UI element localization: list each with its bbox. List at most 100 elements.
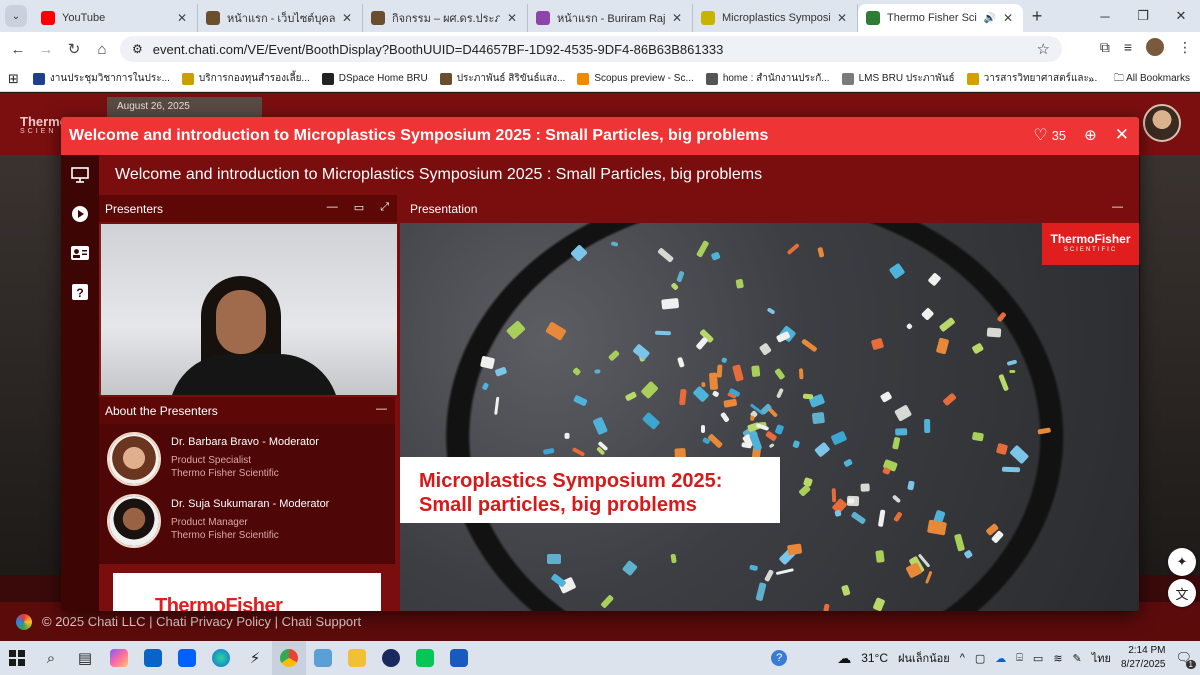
notification-icon[interactable]: 🗨 1: [1175, 650, 1196, 669]
line-icon[interactable]: [408, 641, 442, 675]
tab-close-icon[interactable]: ✕: [177, 11, 189, 25]
user-avatar[interactable]: [1143, 104, 1181, 142]
clock[interactable]: 2:14 PM 8/27/2025: [1121, 644, 1166, 672]
tab-search-button[interactable]: ⌄: [5, 5, 27, 27]
copilot-icon[interactable]: [102, 641, 136, 675]
network-icon[interactable]: ⌸: [1016, 652, 1023, 665]
expand-icon[interactable]: ⤢: [380, 201, 389, 214]
minimize-presentation-icon[interactable]: —: [1112, 201, 1123, 213]
weather-temp[interactable]: 31°C: [861, 651, 888, 665]
word-icon[interactable]: [442, 641, 476, 675]
help-icon[interactable]: ?: [771, 650, 788, 666]
reload-button[interactable]: ↻: [60, 40, 88, 58]
search-icon[interactable]: ⌕: [34, 641, 68, 675]
pen-icon[interactable]: ✎: [1073, 652, 1082, 665]
webex-icon[interactable]: [374, 641, 408, 675]
presenters-column: Presenters — ▭ ⤢ About the Presenters — …: [99, 195, 397, 611]
bookmark-item[interactable]: DSpace Home BRU: [321, 71, 428, 86]
battery-icon[interactable]: ▭: [1033, 652, 1043, 665]
maximize-button[interactable]: ❐: [1124, 0, 1162, 32]
back-button[interactable]: ←: [4, 41, 32, 58]
plastic-fragment: [840, 584, 851, 597]
notes-icon[interactable]: [306, 641, 340, 675]
question-icon[interactable]: ?: [61, 272, 99, 311]
weather-icon[interactable]: ☁: [837, 650, 851, 667]
home-icon[interactable]: ⌂: [88, 41, 116, 58]
minimize-panel-icon[interactable]: —: [327, 201, 338, 214]
bookmark-item[interactable]: งานประชุมวิชาการในประ...: [32, 71, 170, 86]
browser-tab[interactable]: YouTube ✕: [33, 4, 198, 32]
browser-tab[interactable]: Thermo Fisher Scientif 🔊 ✕: [858, 4, 1023, 32]
start-icon[interactable]: [0, 641, 34, 675]
browser-tab[interactable]: Microplastics Symposium 2 ✕: [693, 4, 858, 32]
bookmark-item[interactable]: home : สำนักงานประกั...: [705, 71, 830, 86]
tab-close-icon[interactable]: ✕: [837, 11, 849, 25]
plastic-fragment: [851, 510, 867, 525]
new-tab-button[interactable]: +: [1023, 6, 1051, 27]
browser-tab[interactable]: กิจกรรม – ผศ.ดร.ประภาพันธ์ สิ ✕: [363, 4, 528, 32]
tab-close-icon[interactable]: ✕: [507, 11, 519, 25]
task-view-icon[interactable]: ▤: [68, 641, 102, 675]
media-control-icon[interactable]: ≡: [1124, 39, 1132, 55]
bookmark-item[interactable]: Scopus preview - Sc...: [577, 71, 694, 86]
outlook-icon[interactable]: [136, 641, 170, 675]
chevron-up-icon[interactable]: ^: [960, 652, 965, 664]
presenters-panel-header: Presenters — ▭ ⤢: [99, 195, 397, 222]
window-icon[interactable]: ▭: [354, 201, 364, 214]
tab-close-icon[interactable]: ✕: [672, 11, 684, 25]
presenter-item[interactable]: Dr. Suja Sukumaran - Moderator Product M…: [105, 494, 395, 554]
edge-icon[interactable]: [204, 641, 238, 675]
presentation-slide[interactable]: ThermoFisher SCIENTIFIC Microplastics Sy…: [400, 223, 1139, 611]
language-indicator[interactable]: ไทย: [1092, 649, 1111, 667]
play-icon[interactable]: [61, 194, 99, 233]
site-info-icon[interactable]: ⚙: [132, 42, 143, 56]
bookmark-item[interactable]: บริการกองทุนสำรองเลี้ย...: [181, 71, 310, 86]
chrome-icon[interactable]: [272, 641, 306, 675]
speaker-icon[interactable]: 🔊: [984, 13, 996, 24]
app-icon[interactable]: ⚡: [238, 641, 272, 675]
bookmark-item[interactable]: วารสารวิทยาศาสตร์และ...: [966, 71, 1097, 86]
profile-avatar[interactable]: [1146, 38, 1164, 56]
bookmark-item[interactable]: LMS BRU ประภาพันธ์: [841, 71, 955, 86]
bookmark-star-icon[interactable]: ☆: [1037, 40, 1050, 58]
plastic-fragment: [799, 367, 804, 379]
collapse-about-icon[interactable]: —: [376, 403, 387, 415]
presenter-item[interactable]: Dr. Barbara Bravo - Moderator Product Sp…: [105, 432, 395, 492]
plastic-fragment: [700, 381, 706, 387]
plastic-fragment: [906, 323, 914, 331]
tab-close-icon[interactable]: ✕: [342, 11, 354, 25]
more-bookmarks-icon[interactable]: »: [1088, 74, 1094, 85]
forward-button[interactable]: →: [32, 41, 60, 58]
onedrive-icon[interactable]: ☁: [995, 652, 1006, 665]
presentation-column: Presentation — ThermoFisher SCIENTIFIC M…: [400, 195, 1139, 611]
tab-close-icon[interactable]: ✕: [1003, 11, 1015, 25]
close-window-button[interactable]: ✕: [1162, 0, 1200, 32]
file-explorer-icon[interactable]: [340, 641, 374, 675]
contact-card-icon[interactable]: [61, 233, 99, 272]
wifi-icon[interactable]: ≋: [1053, 652, 1062, 665]
plastic-fragment: [995, 442, 1008, 456]
thermofisher-banner[interactable]: ThermoFisher: [113, 573, 381, 611]
browser-tab[interactable]: หน้าแรก - เว็บไซต์บุคลากร ✕: [198, 4, 363, 32]
presentation-icon[interactable]: [61, 155, 99, 194]
minimize-button[interactable]: ─: [1086, 0, 1124, 32]
sparkle-icon[interactable]: ✦: [1168, 548, 1196, 576]
tray-app-icon[interactable]: ▢: [975, 652, 985, 665]
plastic-fragment: [941, 392, 957, 407]
extensions-icon[interactable]: ⧉: [1100, 39, 1110, 56]
bookmark-item[interactable]: ประภาพันธ์ สิริขันธ์แสง...: [439, 71, 565, 86]
briefcase-icon[interactable]: ⊕: [1084, 126, 1097, 144]
menu-icon[interactable]: ⋮: [1178, 39, 1192, 56]
like-button[interactable]: ♡ 35: [1033, 125, 1066, 145]
apps-grid-icon[interactable]: ⊞: [8, 71, 19, 87]
close-icon[interactable]: ✕: [1115, 125, 1129, 145]
presenter-video[interactable]: [99, 224, 397, 395]
dropbox-icon[interactable]: [170, 641, 204, 675]
all-bookmarks[interactable]: 🗀 All Bookmarks: [1114, 71, 1190, 88]
address-bar[interactable]: ⚙ event.chati.com/VE/Event/BoothDisplay?…: [120, 36, 1062, 62]
browser-tab[interactable]: หน้าแรก - Buriram Rajabhat ✕: [528, 4, 693, 32]
plastic-fragment: [817, 246, 825, 258]
weather-text[interactable]: ฝนเล็กน้อย: [898, 649, 950, 667]
translate-icon[interactable]: 文: [1168, 579, 1196, 607]
footer-links[interactable]: © 2025 Chati LLC | Chati Privacy Policy …: [42, 614, 361, 629]
